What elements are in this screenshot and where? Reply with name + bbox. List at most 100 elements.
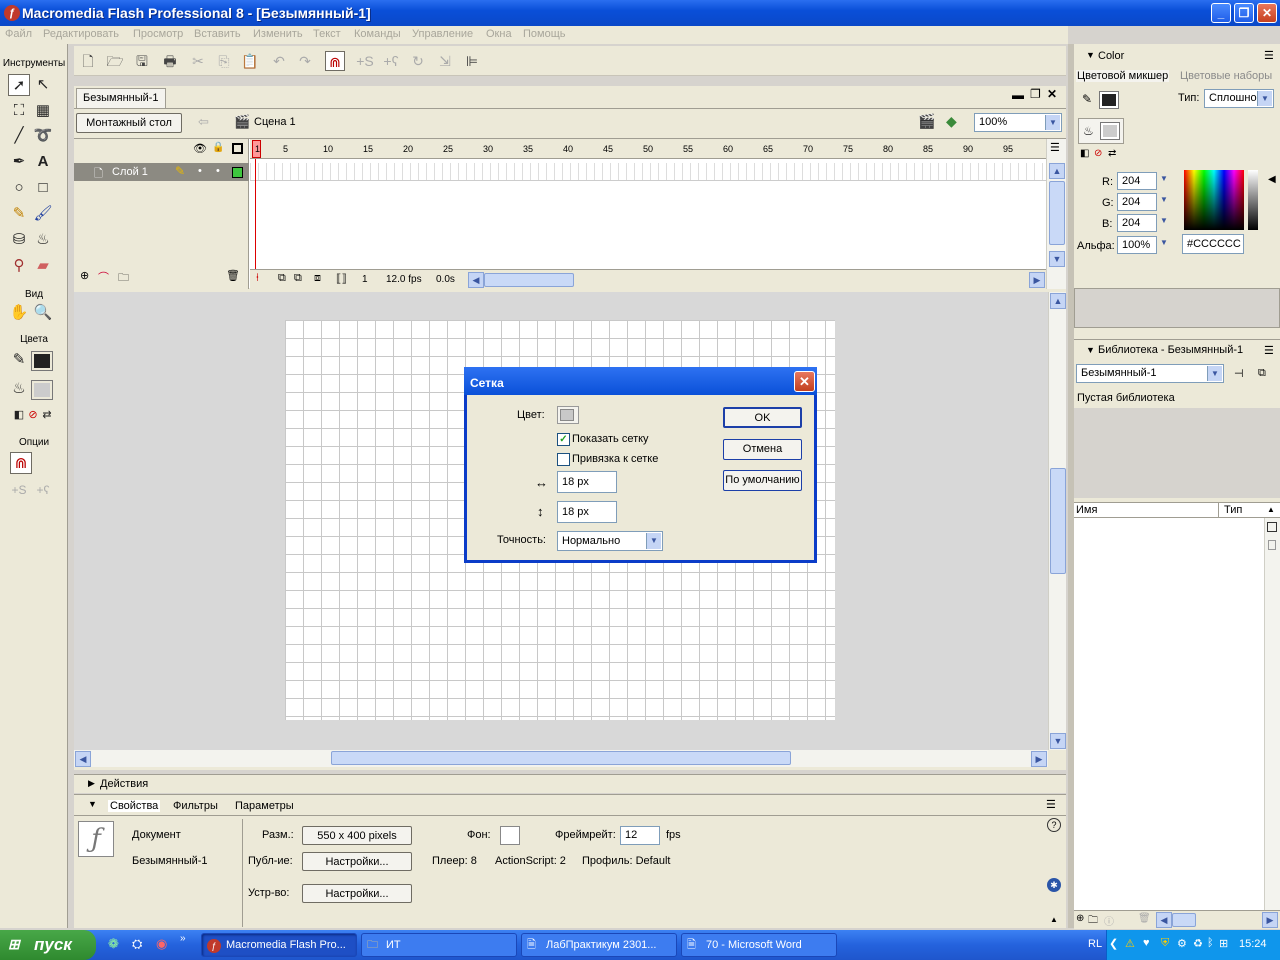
align-icon[interactable]: ⊫ xyxy=(462,51,482,71)
col-name[interactable]: Имя xyxy=(1076,504,1097,516)
fill-type-select[interactable]: Сплошноі ▼ xyxy=(1204,89,1274,108)
default-button[interactable]: По умолчанию xyxy=(723,470,802,491)
fill-color-swatch[interactable] xyxy=(31,380,53,400)
new-folder-icon[interactable]: 🗀 xyxy=(1088,913,1098,930)
scroll-left-icon[interactable]: ◀ xyxy=(468,272,484,288)
doc-minimize-icon[interactable]: ▬ xyxy=(1012,88,1024,102)
straighten-toolbar-icon[interactable]: +ʕ xyxy=(381,51,401,71)
properties-icon[interactable]: ⓘ xyxy=(1104,913,1114,928)
alpha-input[interactable]: 100% xyxy=(1117,236,1157,254)
eyedropper-tool-icon[interactable]: ⚲ xyxy=(8,255,30,277)
scroll-right-icon[interactable]: ▶ xyxy=(1031,751,1047,767)
accessibility-icon[interactable]: ✱ xyxy=(1047,878,1061,892)
menu-help[interactable]: Помощь xyxy=(523,28,566,40)
tray-icon[interactable]: ♥ xyxy=(1143,937,1150,949)
narrow-view-icon[interactable] xyxy=(1268,540,1276,550)
chevron-down-icon[interactable]: ▼ xyxy=(1160,238,1168,247)
chevron-down-icon[interactable]: ▼ xyxy=(1160,195,1168,204)
snap-grid-label[interactable]: Привязка к сетке xyxy=(572,453,658,465)
layer-name[interactable]: Слой 1 xyxy=(112,166,148,178)
hand-tool-icon[interactable]: ✋ xyxy=(8,302,30,324)
pin-library-icon[interactable]: ⊣ xyxy=(1234,367,1244,380)
blue-input[interactable]: 204 xyxy=(1117,214,1157,232)
smooth-toolbar-icon[interactable]: +S xyxy=(355,51,375,71)
menu-modify[interactable]: Изменить xyxy=(253,28,303,40)
add-layer-icon[interactable]: ⊕ xyxy=(80,269,89,282)
start-button[interactable]: ⊞ пуск xyxy=(0,930,96,960)
outline-icon[interactable] xyxy=(232,143,243,154)
show-grid-label[interactable]: Показать сетку xyxy=(572,433,649,445)
tab-parameters[interactable]: Параметры xyxy=(235,800,294,812)
swap-colors-icon[interactable]: ⇄ xyxy=(36,404,58,426)
size-button[interactable]: 550 x 400 pixels xyxy=(302,826,412,845)
scroll-down-icon[interactable]: ▼ xyxy=(1049,251,1065,267)
eraser-tool-icon[interactable]: ▰ xyxy=(32,255,54,277)
quicklaunch-more-icon[interactable]: » xyxy=(180,933,186,944)
grid-width-input[interactable]: 18 px xyxy=(557,471,617,493)
tray-icon[interactable]: ⚠ xyxy=(1125,937,1135,950)
doc-close-icon[interactable]: ✕ xyxy=(1047,87,1057,101)
swap-colors-icon[interactable]: ⇄ xyxy=(1108,148,1116,159)
no-color-icon[interactable]: ⊘ xyxy=(1094,148,1102,159)
scroll-left-icon[interactable]: ◀ xyxy=(75,751,91,767)
pen-tool-icon[interactable]: ✒ xyxy=(8,151,30,173)
lock-icon[interactable]: 🔒 xyxy=(212,142,224,153)
layer-row[interactable]: 🗋 Слой 1 ✎ • • xyxy=(74,163,249,181)
new-file-icon[interactable]: 🗋 xyxy=(78,51,98,71)
onion-skin-icon[interactable]: ⧉ xyxy=(278,272,286,285)
scroll-right-icon[interactable]: ▶ xyxy=(1262,912,1278,928)
edit-symbol-icon[interactable]: ◆ xyxy=(946,113,957,130)
edit-scene-icon[interactable]: 🎬 xyxy=(918,113,935,130)
scroll-right-icon[interactable]: ▶ xyxy=(1029,272,1045,288)
brightness-arrow-icon[interactable]: ◀ xyxy=(1268,174,1276,185)
tab-color-mixer[interactable]: Цветовой микшер xyxy=(1076,70,1170,82)
library-select[interactable]: Безымянный-1 ▼ xyxy=(1076,364,1224,383)
tray-arrow-icon[interactable]: ❮ xyxy=(1109,937,1118,950)
rectangle-tool-icon[interactable]: □ xyxy=(32,177,54,199)
quicklaunch-icon[interactable]: ◉ xyxy=(156,936,167,952)
show-grid-checkbox[interactable]: ✓ xyxy=(557,433,570,446)
timeline-toggle-button[interactable]: Монтажный стол xyxy=(76,113,182,133)
library-title[interactable]: Библиотека - Безымянный-1 xyxy=(1098,344,1243,356)
print-icon[interactable]: 🖶 xyxy=(160,51,180,71)
frames-row[interactable] xyxy=(250,163,1046,181)
brightness-slider[interactable] xyxy=(1248,170,1258,230)
task-labpractikum[interactable]: 🗎 ЛабПрактикум 2301... xyxy=(521,933,677,957)
restore-button[interactable]: ❐ xyxy=(1234,3,1254,23)
oval-tool-icon[interactable]: ○ xyxy=(8,177,30,199)
document-tab[interactable]: Безымянный-1 xyxy=(76,88,166,108)
shield-icon[interactable]: ⛨ xyxy=(1161,937,1169,950)
hex-input[interactable]: #CCCCCC xyxy=(1182,234,1244,254)
eye-icon[interactable]: 👁 xyxy=(193,142,207,155)
publish-settings-button[interactable]: Настройки... xyxy=(302,852,412,871)
stage-vscroll[interactable]: ▲ ▼ xyxy=(1048,292,1066,750)
scroll-left-icon[interactable]: ◀ xyxy=(1156,912,1172,928)
green-input[interactable]: 204 xyxy=(1117,193,1157,211)
device-settings-button[interactable]: Настройки... xyxy=(302,884,412,903)
menu-commands[interactable]: Команды xyxy=(354,28,401,40)
library-items-list[interactable] xyxy=(1074,518,1264,910)
tab-color-swatches[interactable]: Цветовые наборы xyxy=(1180,70,1272,82)
ink-bottle-tool-icon[interactable]: ⛁ xyxy=(8,229,30,251)
network-icon[interactable]: ⊞ xyxy=(1219,937,1228,950)
minimize-button[interactable]: _ xyxy=(1211,3,1231,23)
actions-panel-header[interactable]: ▶ Действия xyxy=(74,774,1066,793)
scroll-down-icon[interactable]: ▼ xyxy=(1050,733,1066,749)
timeline-hscroll-thumb[interactable] xyxy=(484,273,574,287)
lasso-tool-icon[interactable]: ➰ xyxy=(32,125,54,147)
panel-menu-icon[interactable]: ☰ xyxy=(1264,49,1274,62)
timeline-vscroll-thumb[interactable] xyxy=(1049,181,1065,245)
stage-vscroll-thumb[interactable] xyxy=(1050,468,1066,574)
delete-layer-icon[interactable]: 🗑 xyxy=(226,269,240,282)
chevron-down-icon[interactable]: ▼ xyxy=(1160,174,1168,183)
menu-edit[interactable]: Редактировать xyxy=(43,28,119,40)
save-icon[interactable]: 🖫 xyxy=(132,51,152,71)
zoom-select[interactable]: 100% ▼ xyxy=(974,113,1062,132)
col-type[interactable]: Тип xyxy=(1224,504,1242,516)
task-folder[interactable]: 🗀 ИТ xyxy=(361,933,517,957)
redo-icon[interactable]: ↷ xyxy=(295,51,315,71)
quicklaunch-icon[interactable]: ⛭ xyxy=(132,936,142,952)
grid-color-picker[interactable] xyxy=(557,406,579,424)
menu-control[interactable]: Управление xyxy=(412,28,473,40)
layer-lock-dot[interactable]: • xyxy=(216,165,220,177)
